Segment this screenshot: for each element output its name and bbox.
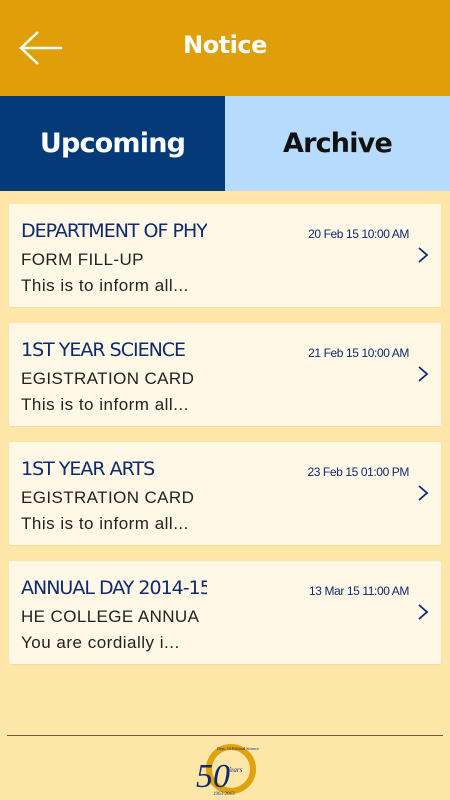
chevron-right-icon [418,247,429,263]
notice-title: ANNUAL DAY 2014-15 [21,577,207,599]
tab-archive[interactable]: Archive [225,96,450,191]
notice-subtitle: EGISTRATION CARD [21,369,195,388]
footer-divider [7,735,443,736]
chevron-right-icon [418,485,429,501]
notice-date: 23 Feb 15 01:00 PM [307,465,409,479]
notice-card[interactable]: ANNUAL DAY 2014-15 13 Mar 15 11:00 AM HE… [9,561,441,664]
chevron-right-icon [418,604,429,620]
notice-card[interactable]: 1ST YEAR ARTS 23 Feb 15 01:00 PM EGISTRA… [9,442,441,545]
notice-subtitle: EGISTRATION CARD [21,488,195,507]
notice-card[interactable]: DEPARTMENT OF PHYSIC 20 Feb 15 10:00 AM … [9,204,441,307]
notice-date: 20 Feb 15 10:00 AM [308,227,409,241]
notice-description: This is to inform all... [21,514,189,533]
notice-description: This is to inform all... [21,395,189,414]
notice-title: DEPARTMENT OF PHYSIC [21,220,207,242]
notice-subtitle: FORM FILL-UP [21,250,144,269]
logo-arc-text: Dept. Of Political Science [217,746,259,751]
notice-subtitle: HE COLLEGE ANNUA [21,607,200,626]
page-title: Notice [183,31,267,59]
logo-years: 1963-2013 [213,792,235,797]
logo-word: Years [227,766,243,774]
notice-description: You are cordially i... [21,633,180,652]
tab-bar: Upcoming Archive [0,96,450,191]
notice-date: 13 Mar 15 11:00 AM [309,584,409,598]
notice-description: This is to inform all... [21,276,189,295]
notice-date: 21 Feb 15 10:00 AM [308,346,409,360]
anniversary-logo: 50 Years Dept. Of Political Science 1963… [196,744,259,797]
logo-number: 50 [196,758,230,795]
chevron-right-icon [418,366,429,382]
notice-card[interactable]: 1ST YEAR SCIENCE 21 Feb 15 10:00 AM EGIS… [9,323,441,426]
tab-upcoming[interactable]: Upcoming [0,96,225,191]
notice-title: 1ST YEAR SCIENCE [21,339,186,361]
app-header: Notice [0,0,450,96]
notice-title: 1ST YEAR ARTS [21,458,155,480]
notice-list: DEPARTMENT OF PHYSIC 20 Feb 15 10:00 AM … [9,204,441,680]
